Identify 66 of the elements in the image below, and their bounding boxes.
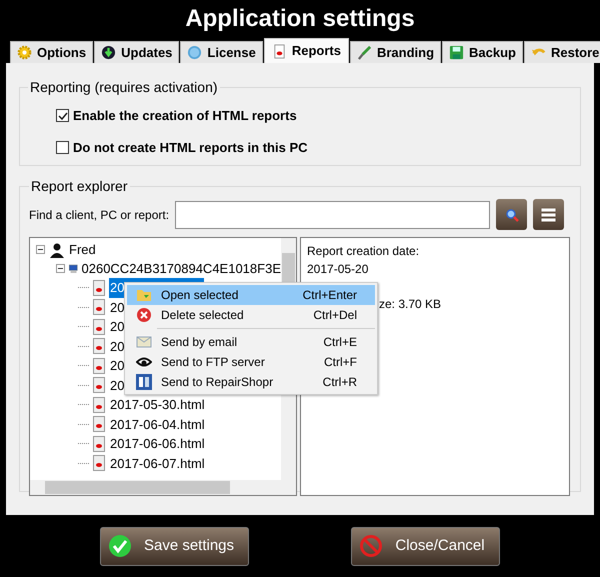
tree-item[interactable]: 20	[109, 317, 126, 336]
tree-item[interactable]: 20	[109, 298, 126, 317]
checkmark-icon	[108, 534, 132, 558]
checkbox[interactable]	[56, 140, 69, 154]
tree-item[interactable]: 2017-06-06.html	[109, 434, 206, 454]
tree-item[interactable]: 2017-06-04.html	[109, 414, 206, 434]
expand-toggle[interactable]	[56, 264, 65, 273]
document-icon	[93, 280, 105, 296]
menu-button[interactable]	[533, 199, 564, 230]
person-icon	[49, 242, 65, 258]
delete-icon	[136, 307, 152, 323]
computer-icon	[68, 262, 78, 276]
tab[interactable]: Branding	[350, 41, 442, 63]
tree-item[interactable]: 20	[109, 376, 126, 395]
menu-item[interactable]: Send by email Ctrl+E	[127, 332, 375, 352]
tab[interactable]: Reports	[264, 38, 349, 63]
tab[interactable]: Restore	[524, 41, 600, 63]
document-icon	[93, 358, 105, 374]
search-button[interactable]	[496, 199, 528, 230]
checkbox-label: Do not create HTML reports in this PC	[73, 138, 308, 157]
folder-icon	[136, 287, 152, 303]
menu-icon	[540, 206, 558, 222]
details-text: ze: 3.70 KB	[379, 296, 442, 313]
badge-icon	[187, 45, 202, 60]
tree-item[interactable]: 20	[109, 336, 126, 356]
checkbox-label: Enable the creation of HTML reports	[73, 107, 297, 125]
tab[interactable]: Backup	[442, 41, 523, 63]
group-title: Reporting (requires activation)	[29, 78, 219, 97]
download-icon	[101, 45, 116, 60]
document-icon	[93, 455, 105, 472]
tab[interactable]: Options	[10, 41, 94, 63]
group-title: Report explorer	[30, 177, 128, 196]
document-icon	[93, 318, 105, 335]
tab[interactable]: License	[180, 41, 263, 63]
horizontal-scrollbar[interactable]	[30, 480, 296, 495]
menu-item[interactable]: Delete selected Ctrl+Del	[127, 305, 375, 325]
document-icon	[93, 416, 105, 432]
tree-item[interactable]: 0260CC24B3170894C4E1018F3E	[82, 258, 281, 278]
brush-icon	[356, 45, 372, 60]
search-label: Find a client, PC or report:	[29, 206, 170, 224]
document-icon	[93, 377, 105, 394]
search-icon	[504, 206, 520, 222]
details-text: Report creation date:	[307, 243, 420, 260]
tree-item[interactable]: 2017-05-30.html	[109, 395, 206, 414]
expand-toggle[interactable]	[36, 245, 45, 254]
prohibited-icon	[359, 534, 383, 558]
tree-item[interactable]: 20	[109, 356, 126, 376]
window-title: Application settings	[185, 4, 415, 34]
document-icon	[93, 436, 105, 452]
tree-item[interactable]: Fred	[69, 240, 96, 260]
menu-item[interactable]: Send to FTP server Ctrl+F	[127, 352, 375, 372]
tab[interactable]: Updates	[94, 41, 180, 63]
gear-icon	[17, 45, 32, 60]
search-field[interactable]	[175, 200, 490, 228]
tree-item[interactable]: 2017-06-07.html	[109, 454, 206, 473]
menu-item[interactable]: Send to RepairShopr Ctrl+R	[127, 372, 375, 392]
save-button[interactable]: Save settings	[100, 526, 249, 566]
details-text: 2017-05-20	[307, 261, 368, 278]
document-icon	[93, 338, 105, 354]
cancel-button[interactable]: Close/Cancel	[351, 526, 500, 566]
checkbox[interactable]	[56, 109, 69, 122]
menu-item[interactable]: Open selected Ctrl+Enter	[127, 285, 375, 305]
document-icon	[93, 396, 105, 413]
envelope-icon	[136, 334, 152, 350]
document-icon	[93, 299, 105, 316]
document-icon	[272, 44, 287, 58]
